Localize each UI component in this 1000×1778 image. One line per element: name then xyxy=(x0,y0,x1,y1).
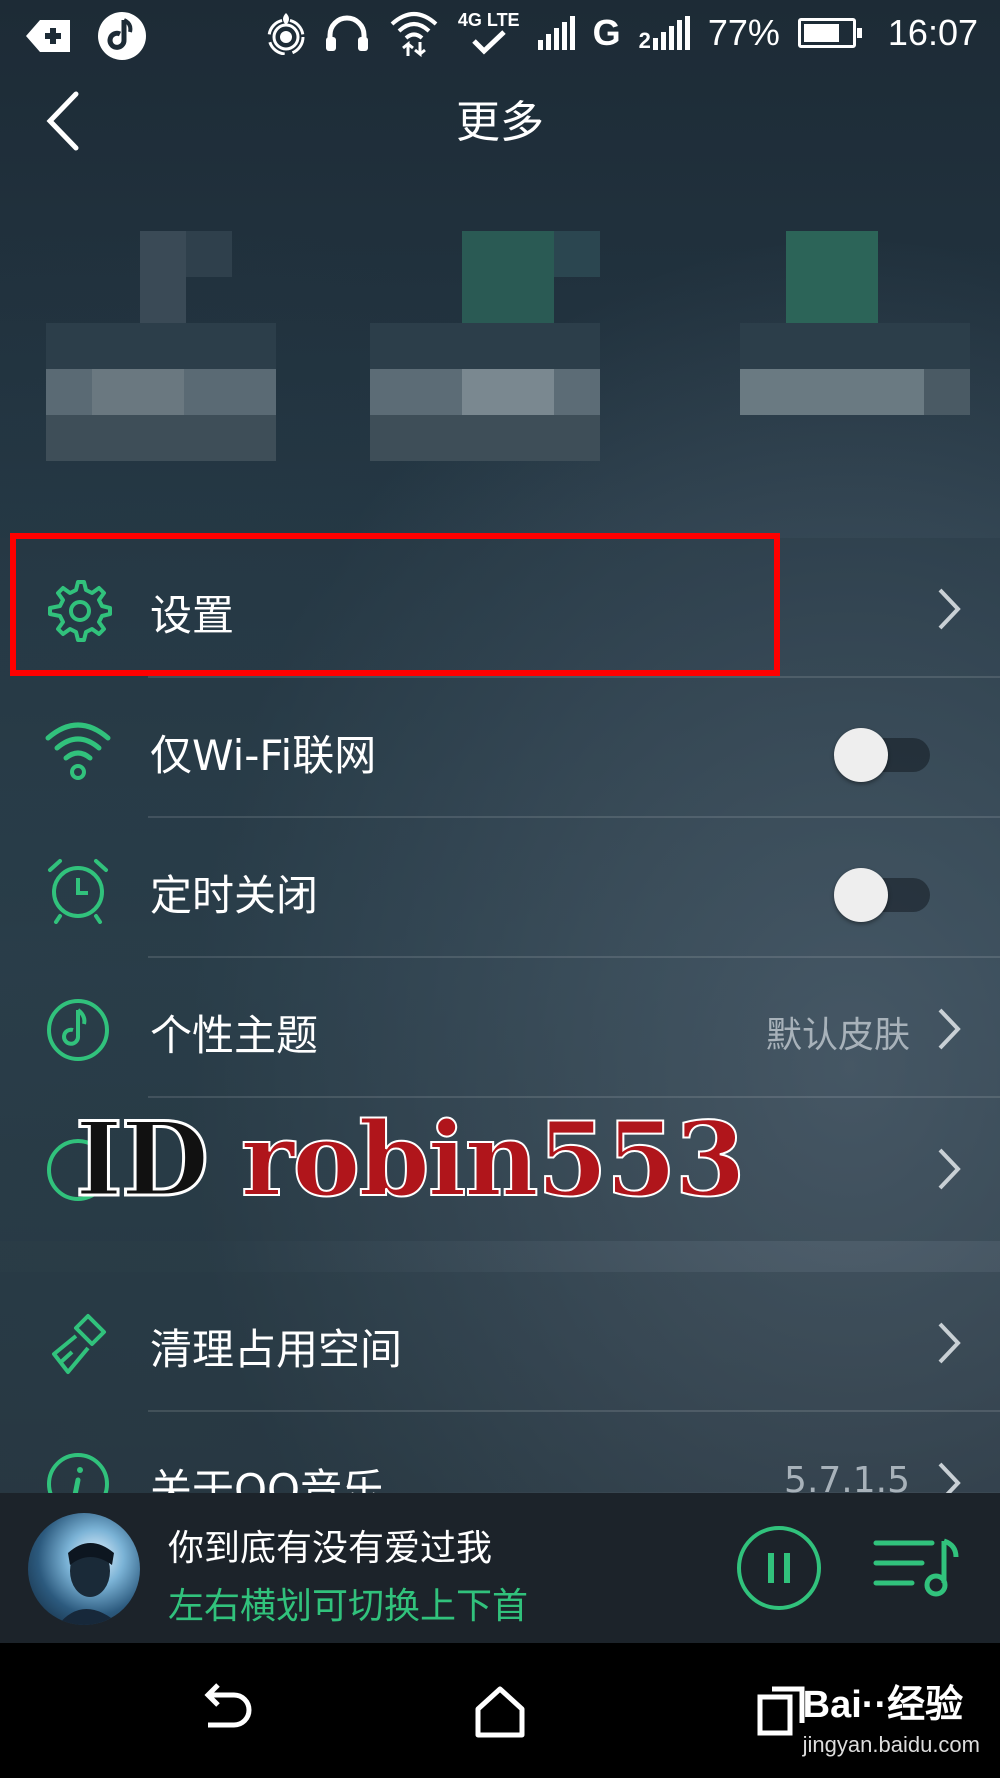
navigation-bar: Bai··经验 jingyan.baidu.com xyxy=(0,1643,1000,1778)
playlist-button[interactable] xyxy=(872,1533,962,1603)
cover-art xyxy=(58,1543,120,1625)
now-playing-bar[interactable]: 你到底有没有爱过我 左右横划可切换上下首 xyxy=(0,1493,1000,1643)
timer-off-label: 定时关闭 xyxy=(150,871,319,920)
author-watermark: ID robin553 xyxy=(73,1099,747,1222)
clean-label: 清理占用空间 xyxy=(150,1325,403,1374)
settings-row[interactable]: 设置 xyxy=(0,538,1000,678)
chevron-right-icon xyxy=(938,1008,961,1050)
lte-indicator: 4G LTE xyxy=(458,11,520,55)
status-bar: 4G LTE G 2 77% 16:07 xyxy=(0,0,1000,72)
headphones-icon xyxy=(325,15,368,51)
wifi-only-row: 仅Wi-Fi联网 xyxy=(0,678,1000,818)
settings-label: 设置 xyxy=(150,591,235,640)
pause-button[interactable] xyxy=(734,1523,824,1613)
toggle-knob xyxy=(834,728,888,782)
header: 更多 xyxy=(0,72,1000,172)
baidu-url: jingyan.baidu.com xyxy=(802,1732,980,1757)
wifi-only-label: 仅Wi-Fi联网 xyxy=(150,731,377,780)
checkmark-icon xyxy=(471,30,506,55)
alarm-clock-icon xyxy=(48,859,108,924)
blurred-banner xyxy=(0,175,1000,505)
signal-bars-2: 2 xyxy=(638,16,690,53)
baidu-logo: Bai··经验 xyxy=(802,1684,964,1726)
carrier-g-label: G xyxy=(592,12,621,53)
watermark-name: robin553 xyxy=(240,1099,747,1221)
chevron-right-icon xyxy=(938,588,961,630)
album-cover[interactable] xyxy=(28,1513,140,1625)
brush-icon xyxy=(52,1314,106,1374)
baidu-jingyan-watermark: Bai··经验 jingyan.baidu.com xyxy=(803,1673,980,1758)
qq-music-icon xyxy=(98,12,146,60)
qq-music-more-screen: 4G LTE G 2 77% 16:07 更多 设置 仅Wi-Fi联网 定时关闭… xyxy=(0,0,1000,1778)
timer-off-row: 定时关闭 xyxy=(0,818,1000,958)
music-note-icon xyxy=(47,999,109,1061)
song-title: 你到底有没有爱过我 xyxy=(168,1528,493,1569)
network-type-label: 4G LTE xyxy=(457,10,520,30)
theme-value: 默认皮肤 xyxy=(765,1015,910,1056)
clock: 16:07 xyxy=(887,12,978,53)
toggle-knob xyxy=(834,868,888,922)
theme-label: 个性主题 xyxy=(150,1011,319,1060)
battery-percent: 77% xyxy=(707,12,780,53)
clean-row[interactable]: 清理占用空间 xyxy=(0,1272,1000,1412)
theme-row[interactable]: 个性主题 默认皮肤 xyxy=(0,958,1000,1098)
nav-home-icon[interactable] xyxy=(470,1681,530,1741)
page-title: 更多 xyxy=(456,97,544,148)
download-tag-icon xyxy=(26,20,70,52)
wifi-only-toggle[interactable] xyxy=(834,728,936,782)
chevron-right-icon xyxy=(938,1322,961,1364)
notification-icons xyxy=(24,10,148,62)
wifi-icon xyxy=(45,722,111,780)
battery-fill xyxy=(803,24,840,42)
chevron-right-icon xyxy=(938,1148,961,1190)
watermark-id: ID xyxy=(73,1099,210,1222)
wifi-data-icon xyxy=(390,12,438,58)
misc-section: 清理占用空间 关于QQ音乐 5.7.1.5 xyxy=(0,1272,1000,1515)
sim2-label: 2 xyxy=(638,28,651,53)
nav-back-icon[interactable] xyxy=(194,1681,254,1741)
swipe-hint: 左右横划可切换上下首 xyxy=(168,1586,529,1627)
battery-icon xyxy=(797,18,862,48)
signal-bars-1 xyxy=(537,16,575,50)
hotspot-icon xyxy=(267,13,305,55)
gear-icon xyxy=(48,580,112,642)
timer-off-toggle[interactable] xyxy=(834,868,936,922)
system-icons: 4G LTE G 2 77% 16:07 xyxy=(266,8,978,58)
